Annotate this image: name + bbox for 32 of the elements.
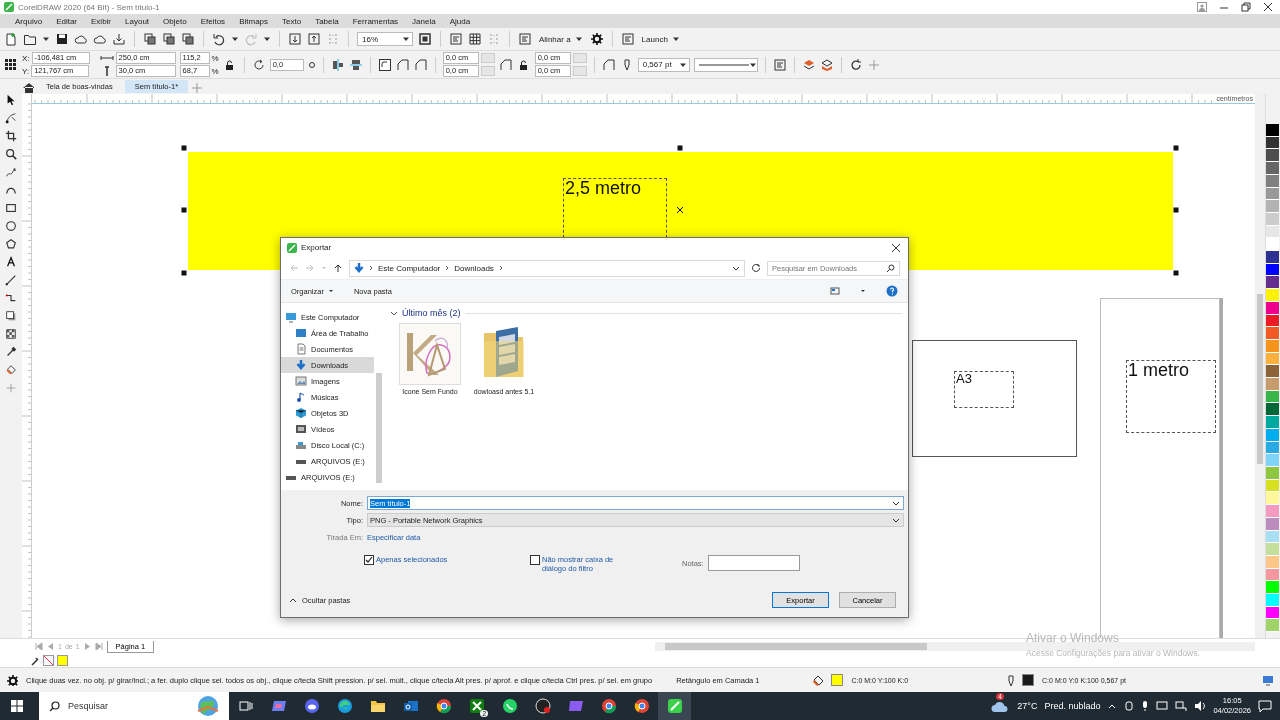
breadcrumb[interactable]: Downloads — [454, 263, 494, 273]
canvas-text: 1 metro — [1126, 360, 1216, 433]
group-header[interactable]: Último mês (2) — [402, 308, 461, 318]
percent-label: % — [211, 66, 219, 76]
menu-item[interactable]: Ferramentas — [345, 16, 406, 26]
launch-dropdown[interactable]: Launch — [639, 34, 682, 44]
window-title: CorelDRAW 2020 (64 Bit) - Sem título-1 — [18, 2, 160, 12]
outline-width-field[interactable]: 0,567 pt — [637, 57, 690, 72]
percent-label: % — [211, 53, 219, 63]
weather-text: Pred. nublado — [1044, 701, 1101, 711]
menu-item[interactable]: Editar — [49, 16, 85, 26]
zoom-field[interactable]: 16% — [357, 32, 413, 46]
y-label: Y: — [22, 66, 30, 76]
breadcrumb[interactable]: Este Computador — [378, 263, 441, 273]
address-bar[interactable]: Este Computador Downloads — [349, 259, 745, 277]
dialog-title: Exportar — [301, 243, 332, 252]
x-label: X: — [22, 53, 30, 63]
menu-item[interactable]: Janela — [405, 16, 443, 26]
activation-title: Ativar o Windows — [1026, 631, 1120, 645]
align-dropdown[interactable]: Alinhar a — [537, 34, 585, 44]
menu-item[interactable]: Bitmaps — [232, 16, 276, 26]
temperature: 27°C — [1017, 701, 1038, 711]
menu-item[interactable]: Ajuda — [442, 16, 478, 26]
menu-item[interactable]: Exibir — [84, 16, 119, 26]
menu-item[interactable]: Objeto — [156, 16, 194, 26]
menu-item[interactable]: Layout — [118, 16, 157, 26]
menu-item[interactable]: Efeitos — [193, 16, 233, 26]
menu-item[interactable]: Texto — [275, 16, 309, 26]
search-field[interactable]: Pesquisar — [39, 692, 229, 720]
canvas-text: A3 — [954, 371, 1014, 408]
menu-item[interactable]: Arquivo — [8, 16, 50, 26]
menu-item[interactable]: Tabela — [308, 16, 346, 26]
